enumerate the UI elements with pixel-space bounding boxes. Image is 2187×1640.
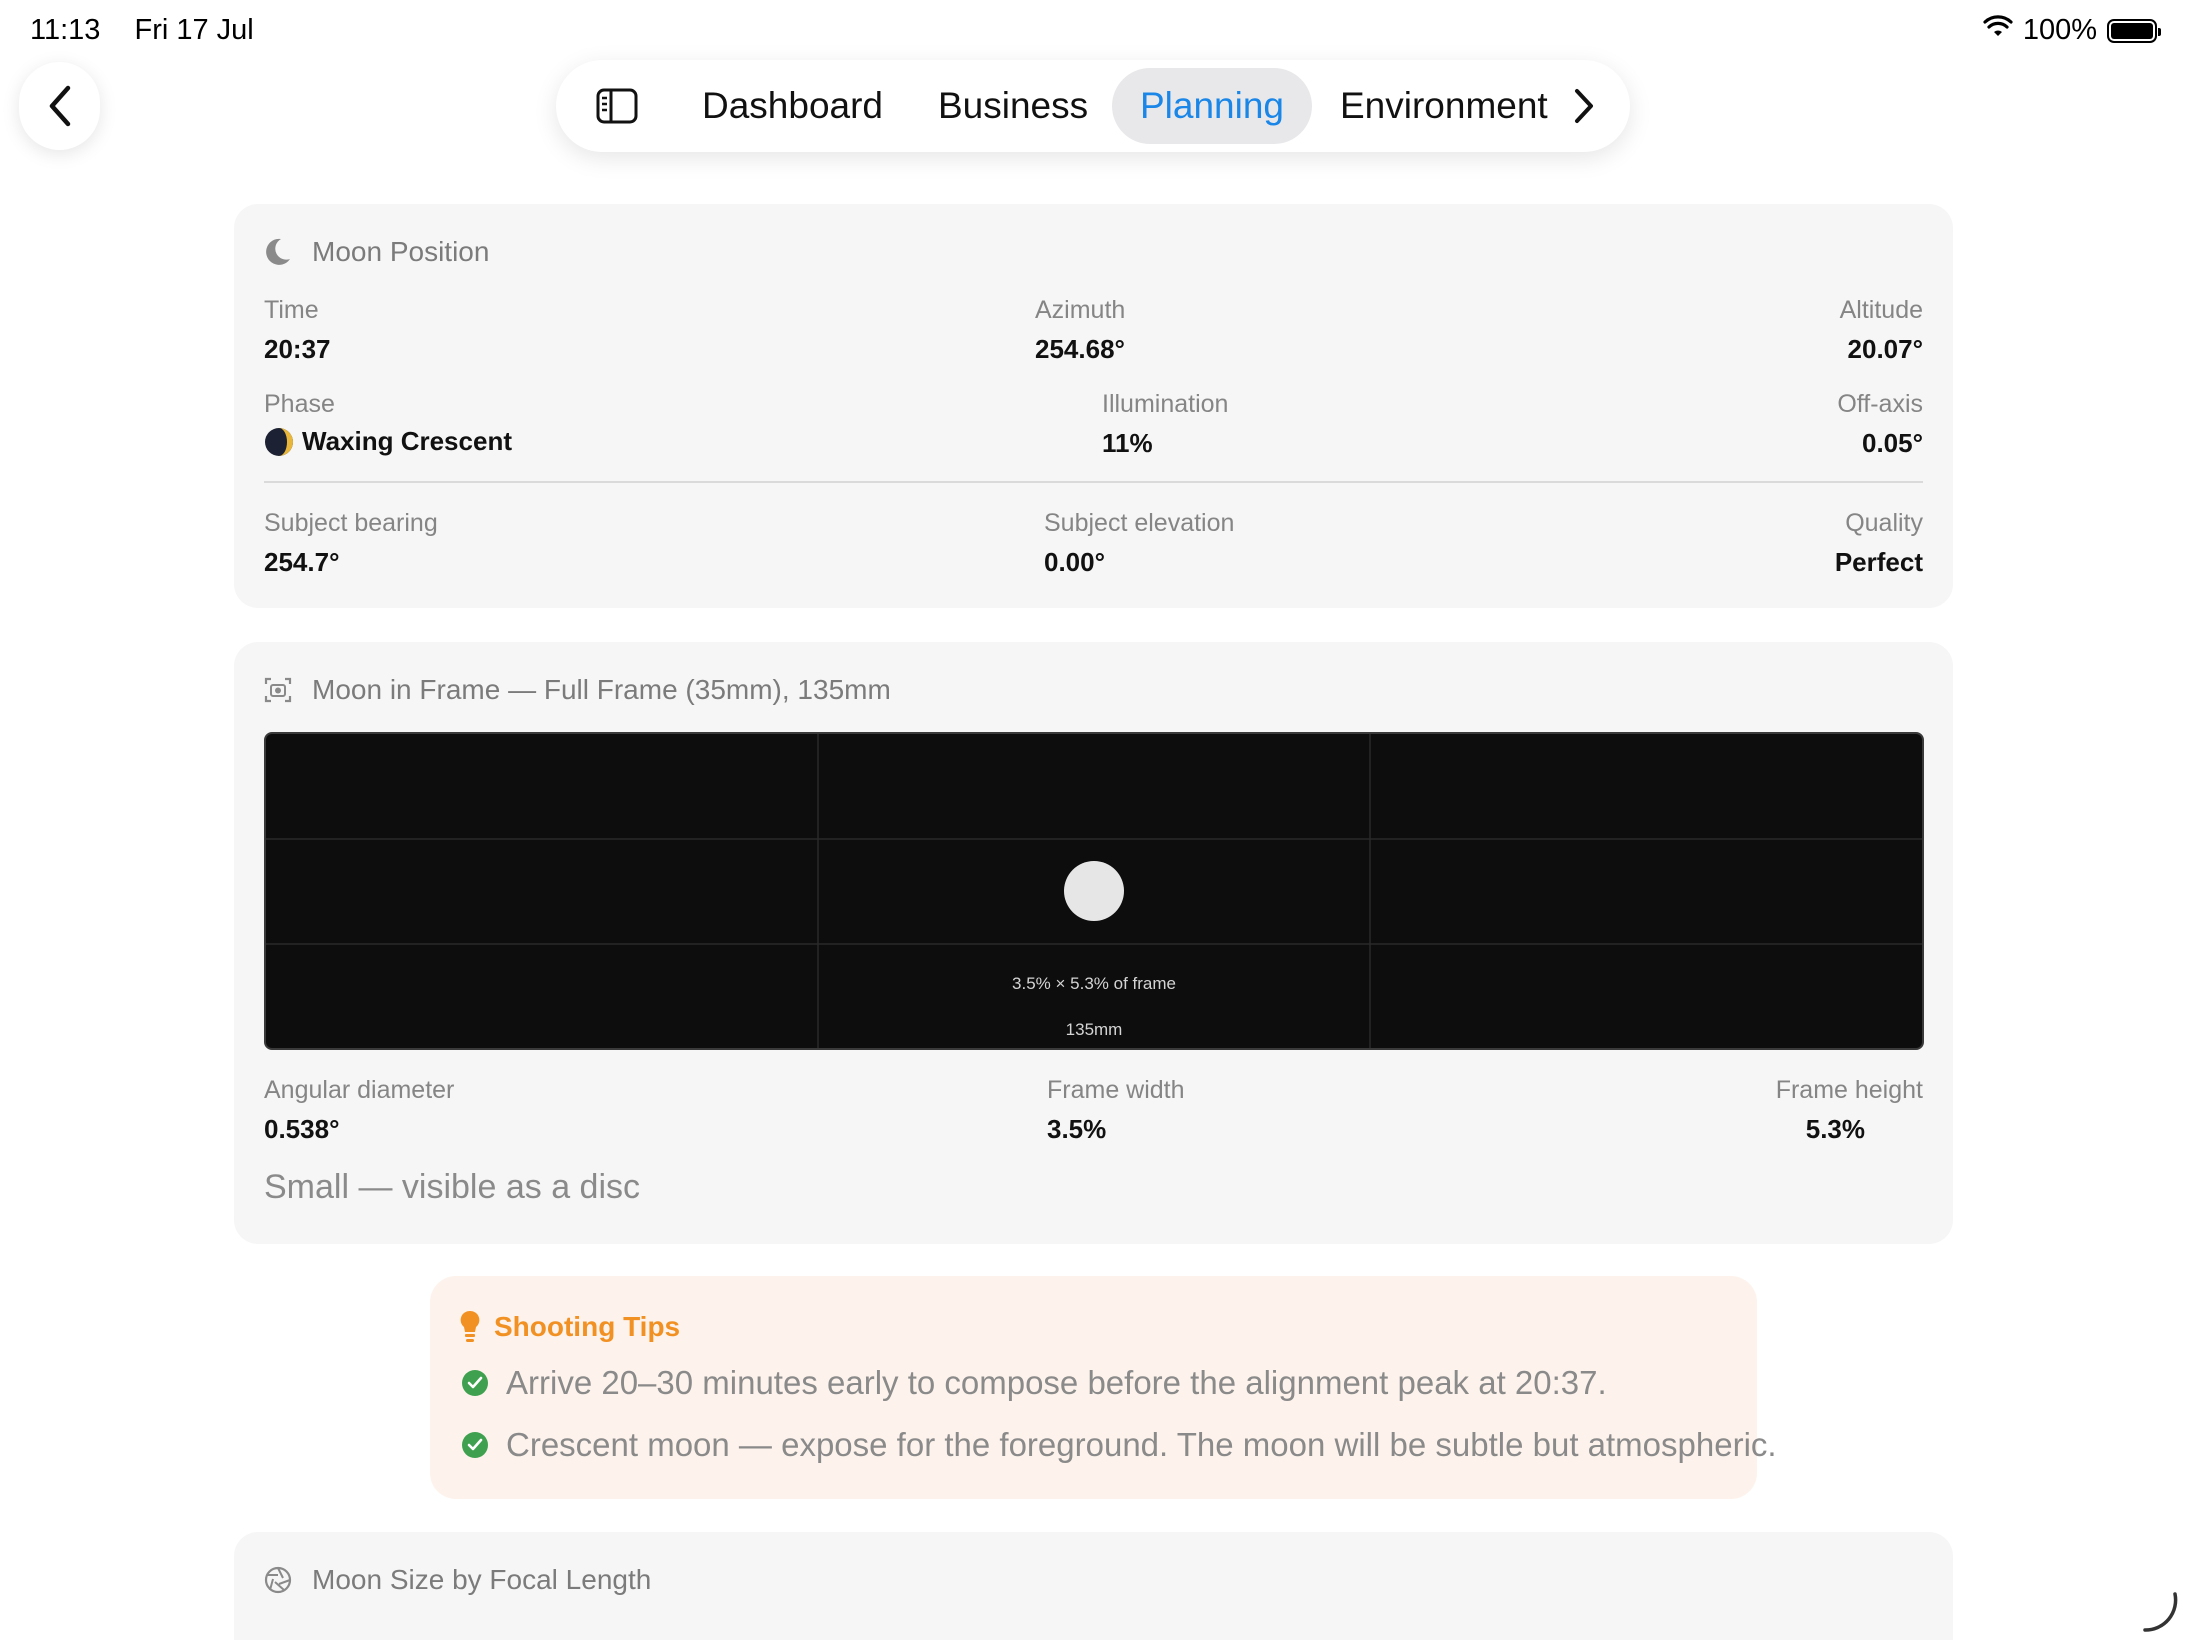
battery-icon	[2107, 18, 2161, 43]
moon-in-frame-card: Moon in Frame — Full Frame (35mm), 135mm…	[234, 642, 1953, 1244]
top-tab-bar: Dashboard Business Planning Environment	[556, 60, 1630, 152]
sidebar-toggle-icon	[596, 88, 638, 124]
status-bar-right: 100%	[1983, 14, 2161, 47]
altitude-value: 20.07°	[1847, 334, 1923, 364]
quality-value: Perfect	[1834, 547, 1923, 577]
tip-text: Arrive 20–30 minutes early to compose be…	[506, 1364, 1607, 1401]
azimuth-value: 254.68°	[1035, 334, 1125, 364]
frame-height-value: 5.3%	[1805, 1114, 1865, 1144]
subject-elevation-label: Subject elevation	[1044, 509, 1235, 537]
phase-value: Waxing Crescent	[302, 426, 512, 456]
moon-position-card: Moon Position Time 20:37 Azimuth 254.68°…	[234, 204, 1953, 608]
subject-bearing-label: Subject bearing	[264, 509, 438, 537]
next-tabs-button[interactable]	[1568, 84, 1600, 128]
subject-elevation-value: 0.00°	[1044, 547, 1106, 577]
tip-text: Crescent moon — expose for the foregroun…	[506, 1426, 1777, 1463]
battery-percent: 100%	[2022, 14, 2097, 46]
frame-coverage-caption: 3.5% × 5.3% of frame	[1012, 974, 1176, 993]
status-bar-left: 11:13 Fri 17 Jul	[30, 14, 280, 47]
moon-in-frame-header: Moon in Frame — Full Frame (35mm), 135mm	[264, 674, 891, 706]
section-divider	[264, 481, 1923, 483]
sidebar-toggle-button[interactable]	[596, 85, 638, 127]
shooting-tips-card: Shooting Tips Arrive 20–30 minutes early…	[430, 1276, 1777, 1499]
moon-icon	[266, 238, 290, 265]
checkmark-circle-icon	[462, 1432, 488, 1458]
frame-preview: 3.5% × 5.3% of frame 135mm	[264, 732, 1924, 1050]
size-summary: Small — visible as a disc	[264, 1168, 641, 1206]
moon-disc	[1064, 861, 1124, 921]
moon-position-header: Moon Position	[264, 236, 489, 268]
off-axis-label: Off-axis	[1837, 390, 1923, 418]
illumination-label: Illumination	[1102, 390, 1229, 418]
tab-dashboard[interactable]: Dashboard	[702, 68, 883, 144]
wifi-icon	[1983, 14, 2013, 47]
chevron-left-icon	[49, 85, 70, 127]
moon-in-frame-title: Moon in Frame — Full Frame (35mm), 135mm	[312, 674, 891, 705]
status-time: 11:13	[30, 14, 101, 46]
frame-width-label: Frame width	[1047, 1076, 1185, 1104]
phase-label: Phase	[264, 390, 335, 418]
shooting-tips-title: Shooting Tips	[494, 1311, 681, 1342]
altitude-label: Altitude	[1839, 296, 1923, 324]
angular-diameter-label: Angular diameter	[264, 1076, 455, 1104]
moon-position-title: Moon Position	[312, 236, 490, 267]
chevron-right-icon	[1575, 89, 1593, 123]
subject-bearing-value: 254.7°	[264, 547, 340, 577]
moon-phase-icon	[265, 427, 293, 456]
status-date: Fri 17 Jul	[134, 14, 254, 46]
illumination-value: 11%	[1102, 428, 1153, 458]
moon-size-card: Moon Size by Focal Length	[234, 1532, 1953, 1640]
time-value: 20:37	[264, 334, 331, 364]
lightbulb-icon	[460, 1310, 480, 1342]
aperture-icon	[264, 1566, 292, 1594]
checkmark-circle-icon	[462, 1370, 488, 1396]
back-button[interactable]	[19, 62, 100, 150]
off-axis-value: 0.05°	[1861, 428, 1923, 458]
tip-item: Arrive 20–30 minutes early to compose be…	[462, 1364, 1607, 1402]
scroll-indicator	[2143, 1592, 2178, 1632]
angular-diameter-value: 0.538°	[264, 1114, 340, 1144]
quality-label: Quality	[1845, 509, 1923, 537]
tab-environment[interactable]: Environment	[1340, 68, 1548, 144]
tab-business[interactable]: Business	[938, 68, 1088, 144]
planning-screen: 11:13 Fri 17 Jul 100% Dashboard Business…	[0, 0, 2187, 1640]
phase-value-row: Waxing Crescent	[264, 426, 512, 457]
frame-width-value: 3.5%	[1047, 1114, 1107, 1144]
time-label: Time	[264, 296, 319, 324]
shooting-tips-header: Shooting Tips	[460, 1310, 680, 1344]
moon-size-title: Moon Size by Focal Length	[312, 1564, 652, 1595]
frame-height-label: Frame height	[1775, 1076, 1923, 1104]
camera-viewfinder-icon	[264, 677, 292, 703]
focal-length-caption: 135mm	[1065, 1020, 1123, 1039]
moon-size-header: Moon Size by Focal Length	[264, 1564, 651, 1596]
azimuth-label: Azimuth	[1035, 296, 1126, 324]
tip-item: Crescent moon — expose for the foregroun…	[462, 1426, 1777, 1464]
tab-planning[interactable]: Planning	[1112, 68, 1313, 144]
